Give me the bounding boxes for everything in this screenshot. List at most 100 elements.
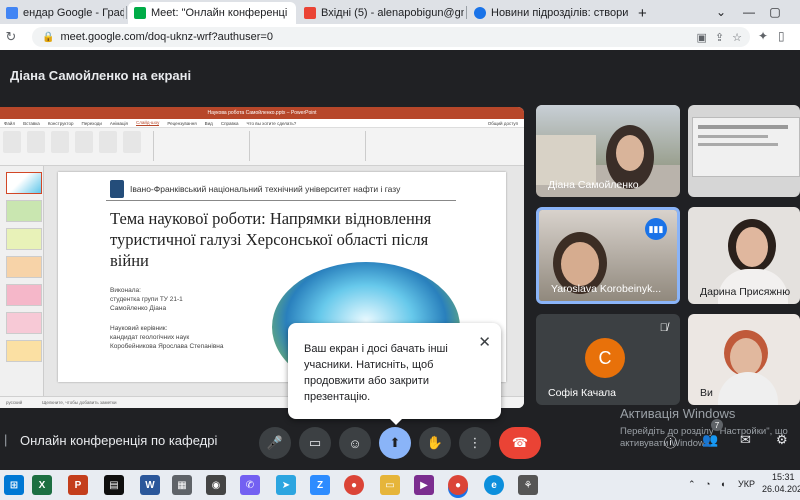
bookmark-star-icon[interactable]: ☆ [732, 31, 742, 44]
keyboard-language[interactable]: УКР [738, 479, 755, 489]
ppt-menu-item: Рецензування [167, 120, 197, 126]
chat-button[interactable]: ✉ [740, 432, 751, 448]
tab-calendar[interactable]: ендар Google - Графік почин ✕ [0, 2, 124, 24]
tab-news[interactable]: Новини підрозділів: створити | ✕ [468, 2, 628, 24]
lock-icon[interactable]: 🔒 [42, 32, 54, 43]
leave-call-button[interactable]: ☎ [499, 427, 541, 459]
present-button[interactable]: ⬆ [379, 427, 411, 459]
chrome-active-icon[interactable]: ● [448, 475, 468, 495]
hand-icon: ✋ [426, 435, 444, 450]
url-text[interactable]: meet.google.com/doq-uknz-wrf?authuser=0 [60, 31, 272, 43]
camera-icon: ▭ [308, 435, 322, 450]
presenting-title: Діана Самойленко на екрані [10, 68, 192, 83]
raise-hand-button[interactable]: ✋ [419, 427, 451, 459]
new-tab-button[interactable]: + [632, 2, 652, 24]
sidebar-icon[interactable]: ▯ [778, 29, 785, 43]
windows-start-icon[interactable]: ⊞ [4, 475, 24, 495]
shared-screen-thumbnail[interactable] [688, 105, 800, 197]
university-logo [110, 180, 124, 198]
ppt-menu-item: Справка [220, 120, 239, 126]
info-button[interactable]: ⓘ [664, 432, 677, 451]
slide-university: Івано-Франківський національний технічни… [130, 184, 401, 194]
meet-icon [134, 7, 146, 19]
more-options-button[interactable]: ⋮ [459, 427, 491, 459]
participant-tile[interactable]: Дарина Присяжню [688, 207, 800, 304]
participant-name: Дарина Присяжню [700, 286, 791, 298]
camera-app-icon[interactable]: ◉ [206, 475, 226, 495]
hangup-icon: ☎ [511, 435, 529, 450]
volume-icon[interactable]: ◖ [720, 479, 725, 489]
tab-gmail[interactable]: Вхідні (5) - alenapobigun@gmail ✕ [298, 2, 464, 24]
maximize-icon[interactable]: ▢ [760, 0, 790, 24]
gmail-icon [304, 7, 316, 19]
self-view-tile[interactable]: Ви [688, 314, 800, 405]
ppt-menu-item-active: Слайд-шоу [135, 120, 160, 126]
media-icon[interactable]: ▶ [414, 475, 434, 495]
participant-name: Софія Качала [548, 387, 616, 399]
emoji-button[interactable]: ☺ [339, 427, 371, 459]
ppt-menu-item: Вид [204, 120, 213, 126]
telegram-icon[interactable]: ➤ [276, 475, 296, 495]
ppt-ribbon [0, 128, 524, 166]
participant-name: Yaroslava Korobeinyk... [551, 283, 662, 295]
ppt-menu-item: Переходи [81, 120, 102, 126]
tray-chevron-icon[interactable]: ⌃ [688, 479, 696, 490]
viber-icon[interactable]: ✆ [240, 475, 260, 495]
participant-tile-speaking[interactable]: ▮▮▮ Yaroslava Korobeinyk... [536, 207, 680, 304]
extensions-icon[interactable]: ✦ [758, 29, 768, 43]
people-icon: 👥 [702, 432, 719, 447]
chevron-down-icon[interactable]: ⌄ [706, 0, 736, 24]
ppt-menu-item: Конструктор [47, 120, 74, 126]
wifi-icon[interactable]: ◔ [705, 479, 710, 489]
browser-toolbar: ↻ 🔒 meet.google.com/doq-uknz-wrf?authuse… [0, 24, 800, 50]
avatar: С [585, 338, 625, 378]
participant-tile[interactable]: 🎙̸ С Софія Качала [536, 314, 680, 405]
camera-icon[interactable]: ▣ [697, 31, 707, 44]
slide-title: Тема наукової роботи: Напрямки відновлен… [110, 209, 432, 270]
ppt-menu-item: Что вы хотите сделать? [246, 120, 297, 126]
mic-button[interactable]: 🎤 [259, 427, 291, 459]
zoom-icon[interactable]: Z [310, 475, 330, 495]
ppt-menu-item: Анімація [109, 120, 128, 126]
participant-count-badge: 7 [711, 419, 723, 431]
close-icon[interactable]: ✕ [293, 7, 296, 20]
participant-name: Діана Самойленко [548, 179, 639, 191]
explorer-icon[interactable]: ▭ [380, 475, 400, 495]
calendar-app-icon[interactable]: ▦ [172, 475, 192, 495]
activities-button[interactable]: ⚙ [776, 432, 788, 448]
participant-tile[interactable]: Діана Самойленко [536, 105, 680, 197]
chat-icon: ✉ [740, 432, 751, 447]
clock-time[interactable]: 15:31 [772, 472, 795, 482]
powerpoint-icon[interactable]: P [68, 475, 88, 495]
popup-message: Ваш екран і досі бачать інші учасники. Н… [304, 343, 448, 403]
ppt-status-notes: Щелкните, чтобы добавить заметки [42, 400, 117, 405]
info-icon: ⓘ [664, 435, 678, 450]
tab-meet[interactable]: Meet: "Онлайн конференці ✕ [128, 2, 296, 24]
reload-icon[interactable]: ↻ [0, 29, 22, 45]
meeting-name: Онлайн конференція по кафедрі [20, 433, 218, 448]
clock-date[interactable]: 26.04.2023 [762, 484, 800, 494]
share-icon[interactable]: ⇪ [715, 31, 724, 44]
camera-button[interactable]: ▭ [299, 427, 331, 459]
edge-icon[interactable]: e [484, 475, 504, 495]
app-icon[interactable]: ⚘ [518, 475, 538, 495]
people-button[interactable]: 👥 [702, 432, 718, 448]
folder-icon[interactable]: ▤ [104, 475, 124, 495]
ppt-menu: Файл Вставка Конструктор Переходи Анімац… [0, 119, 524, 128]
close-icon[interactable]: ✕ [478, 333, 491, 351]
participant-name: Ви [700, 387, 713, 399]
address-bar[interactable]: 🔒 meet.google.com/doq-uknz-wrf?authuser=… [32, 27, 750, 47]
more-vert-icon: ⋮ [468, 435, 482, 450]
excel-icon[interactable]: X [32, 475, 52, 495]
mic-off-icon: 🎙̸ [659, 322, 668, 334]
ppt-status-lang: русский [6, 400, 23, 405]
ppt-title-bar: Наукова робота Самойленко.pptx – PowerPo… [0, 107, 524, 119]
drop-icon [474, 7, 486, 19]
slide-supervisor: Науковий керівник: кандидат геологічних … [110, 325, 224, 350]
word-icon[interactable]: W [140, 475, 160, 495]
presentation-notice-popup[interactable]: Ваш екран і досі бачать інші учасники. Н… [288, 323, 501, 425]
slide-thumbnails [0, 166, 44, 396]
ppt-menu-item: Вставка [23, 120, 40, 126]
chrome-icon[interactable]: ● [344, 475, 364, 495]
browser-tab-strip: ендар Google - Графік почин ✕ Meet: "Онл… [0, 0, 800, 24]
